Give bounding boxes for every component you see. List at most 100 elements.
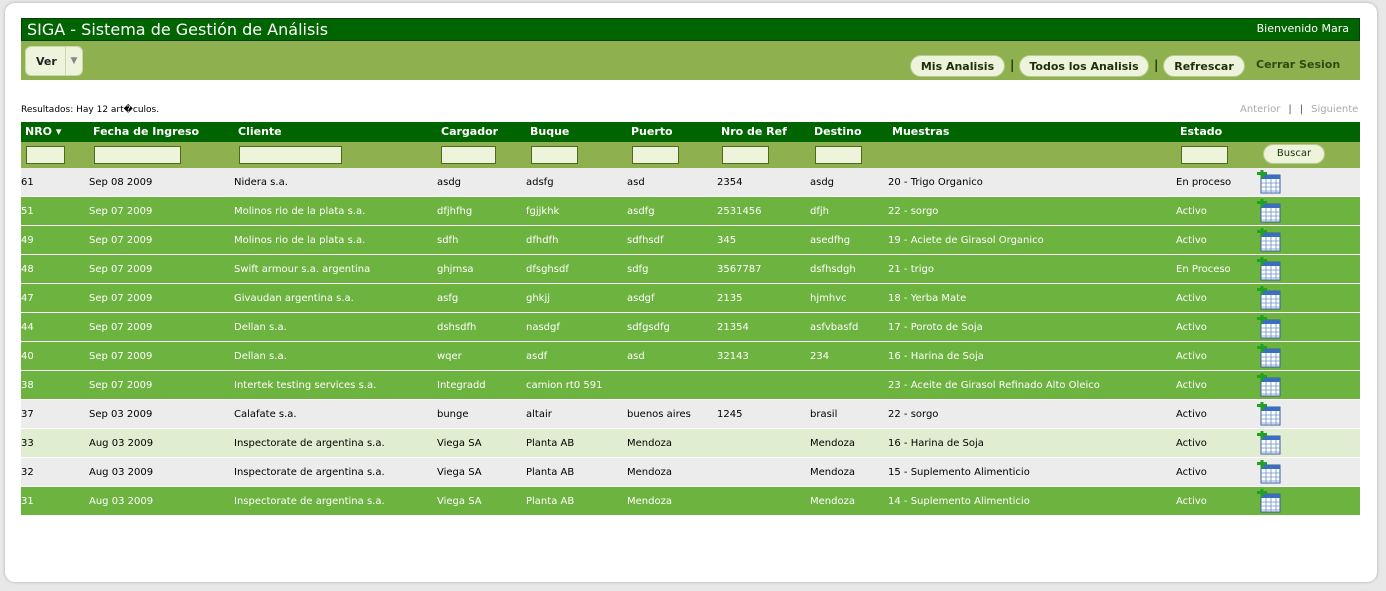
- table-row[interactable]: 31 Aug 03 2009 Inspectorate de argentina s…: [21, 487, 1360, 516]
- mis-analisis-button[interactable]: Mis Analisis: [910, 55, 1005, 77]
- cell-nro: 37: [21, 409, 34, 420]
- cell-buque: Planta AB: [526, 438, 575, 449]
- filter-nroref-input[interactable]: [722, 146, 769, 164]
- cell-puerto: buenos aires: [627, 409, 691, 420]
- cell-muestras: 23 - Aceite de Girasol Refinado Alto Ole…: [888, 380, 1100, 391]
- col-estado-header[interactable]: Estado: [1180, 125, 1222, 138]
- filter-cliente-input[interactable]: [239, 146, 342, 164]
- cell-puerto: Mendoza: [627, 438, 672, 449]
- cerrar-sesion-link[interactable]: Cerrar Sesion: [1256, 58, 1340, 71]
- welcome-text: Bienvenido Mara: [1256, 22, 1349, 35]
- cell-destino: dfjh: [810, 206, 829, 217]
- cell-nro: 49: [21, 235, 34, 246]
- table-row[interactable]: 33 Aug 03 2009 Inspectorate de argentina s…: [21, 429, 1360, 458]
- cell-puerto: asd: [627, 351, 645, 362]
- cell-nroref: 345: [717, 235, 737, 246]
- separator: |: [1010, 58, 1015, 72]
- ver-dropdown-label: Ver: [36, 55, 57, 68]
- cell-buque: dfsghsdf: [526, 264, 569, 275]
- cell-cargador: Viega SA: [437, 438, 482, 449]
- add-calendar-icon[interactable]: [1257, 257, 1281, 281]
- cell-muestras: 14 - Suplemento Alimenticio: [888, 496, 1030, 507]
- table-row[interactable]: 49 Sep 07 2009 Molinos rio de la plata s.a…: [21, 226, 1360, 255]
- add-calendar-icon[interactable]: [1257, 315, 1281, 339]
- col-cliente-header[interactable]: Cliente: [238, 125, 282, 138]
- cell-buque: Planta AB: [526, 467, 575, 478]
- cell-muestras: 17 - Poroto de Soja: [888, 322, 983, 333]
- todos-analisis-button[interactable]: Todos los Analisis: [1019, 55, 1149, 77]
- cell-buque: fgjjkhk: [526, 206, 560, 217]
- col-destino-header[interactable]: Destino: [814, 125, 862, 138]
- filter-cargador-input[interactable]: [441, 146, 496, 164]
- filter-buque-input[interactable]: [531, 146, 578, 164]
- add-calendar-icon[interactable]: [1257, 344, 1281, 368]
- add-calendar-icon[interactable]: [1257, 170, 1281, 194]
- cell-puerto: Mendoza: [627, 467, 672, 478]
- add-calendar-icon[interactable]: [1257, 402, 1281, 426]
- cell-muestras: 21 - trigo: [888, 264, 934, 275]
- buscar-button[interactable]: Buscar: [1263, 144, 1325, 164]
- cell-muestras: 20 - Trigo Organico: [888, 177, 983, 188]
- col-buque-header[interactable]: Buque: [530, 125, 569, 138]
- cell-nro: 40: [21, 351, 34, 362]
- col-nroref-header[interactable]: Nro de Ref: [721, 125, 787, 138]
- ver-dropdown[interactable]: Ver ▼: [25, 46, 83, 76]
- cell-buque: dfhdfh: [526, 235, 559, 246]
- next-link[interactable]: Siguiente: [1311, 104, 1358, 115]
- add-calendar-icon[interactable]: [1257, 286, 1281, 310]
- cell-nroref: 2135: [717, 293, 743, 304]
- cell-nroref: 3567787: [717, 264, 762, 275]
- cell-estado: Activo: [1176, 496, 1207, 507]
- col-nro-header[interactable]: NRO ▾: [25, 125, 61, 138]
- cell-buque: adsfg: [526, 177, 554, 188]
- filter-nro-input[interactable]: [26, 146, 65, 164]
- cell-fecha: Sep 07 2009: [89, 235, 153, 246]
- filter-puerto-input[interactable]: [632, 146, 679, 164]
- table-row[interactable]: 44 Sep 07 2009 Dellan s.a. dshsdfh nasdgf sdf…: [21, 313, 1360, 342]
- cell-cliente: Intertek testing services s.a.: [234, 380, 377, 391]
- cell-estado: Activo: [1176, 380, 1207, 391]
- add-calendar-icon[interactable]: [1257, 373, 1281, 397]
- cell-nroref: 1245: [717, 409, 743, 420]
- cell-buque: nasdgf: [526, 322, 560, 333]
- cell-destino: Mendoza: [810, 438, 855, 449]
- cell-cargador: ghjmsa: [437, 264, 474, 275]
- table-row[interactable]: 32 Aug 03 2009 Inspectorate de argentina s…: [21, 458, 1360, 487]
- table-row[interactable]: 40 Sep 07 2009 Dellan s.a. wqer asdf asd 32143…: [21, 342, 1360, 371]
- add-calendar-icon[interactable]: [1257, 489, 1281, 513]
- table-row[interactable]: 51 Sep 07 2009 Molinos rio de la plata s.a…: [21, 197, 1360, 226]
- cell-cliente: Dellan s.a.: [234, 351, 287, 362]
- cell-puerto: asd: [627, 177, 645, 188]
- table-row[interactable]: 37 Sep 03 2009 Calafate s.a. bunge altair bue…: [21, 400, 1360, 429]
- cell-cliente: Molinos rio de la plata s.a.: [234, 206, 366, 217]
- add-calendar-icon[interactable]: [1257, 228, 1281, 252]
- table-row[interactable]: 61 Sep 08 2009 Nidera s.a. asdg adsfg asd 2354…: [21, 168, 1360, 197]
- cell-fecha: Sep 07 2009: [89, 293, 153, 304]
- cell-nroref: 2531456: [717, 206, 762, 217]
- table-row[interactable]: 48 Sep 07 2009 Swift armour s.a. argentina…: [21, 255, 1360, 284]
- table-row[interactable]: 38 Sep 07 2009 Intertek testing services s…: [21, 371, 1360, 400]
- cell-nro: 32: [21, 467, 34, 478]
- col-puerto-header[interactable]: Puerto: [631, 125, 673, 138]
- table-row[interactable]: 47 Sep 07 2009 Givaudan argentina s.a. asfg…: [21, 284, 1360, 313]
- cell-cliente: Nidera s.a.: [234, 177, 288, 188]
- col-muestras-header[interactable]: Muestras: [892, 125, 949, 138]
- table-header: NRO ▾ Fecha de Ingreso Cliente Cargador …: [21, 122, 1360, 142]
- add-calendar-icon[interactable]: [1257, 199, 1281, 223]
- refrescar-button[interactable]: Refrescar: [1163, 55, 1245, 77]
- add-calendar-icon[interactable]: [1257, 460, 1281, 484]
- cell-cargador: bunge: [437, 409, 469, 420]
- filter-destino-input[interactable]: [815, 146, 862, 164]
- cell-fecha: Aug 03 2009: [89, 467, 154, 478]
- cell-fecha: Sep 07 2009: [89, 206, 153, 217]
- col-cargador-header[interactable]: Cargador: [441, 125, 498, 138]
- toolbar: Ver ▼ Mis Analisis | Todos los Analisis …: [21, 41, 1360, 80]
- add-calendar-icon[interactable]: [1257, 431, 1281, 455]
- prev-link[interactable]: Anterior: [1240, 104, 1280, 115]
- col-fecha-header[interactable]: Fecha de Ingreso: [93, 125, 199, 138]
- chevron-down-icon[interactable]: ▼: [65, 47, 82, 75]
- filter-estado-input[interactable]: [1181, 146, 1228, 164]
- cell-cliente: Swift armour s.a. argentina: [234, 264, 371, 275]
- title-bar: SIGA - Sistema de Gestión de Análisis Bi…: [21, 18, 1360, 41]
- filter-fecha-input[interactable]: [94, 146, 181, 164]
